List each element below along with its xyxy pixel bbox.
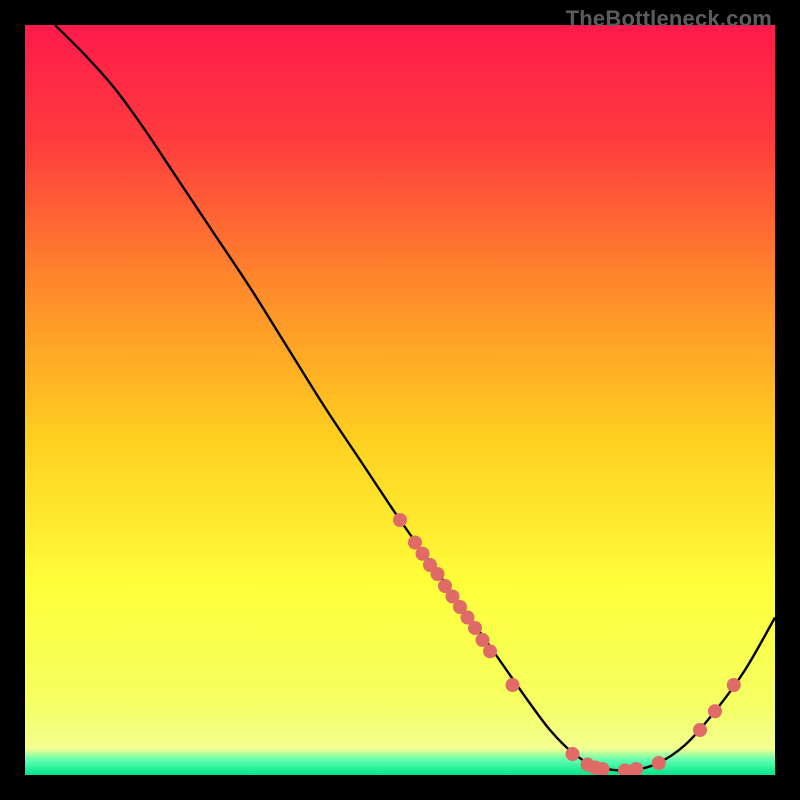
chart-frame [25,25,775,775]
gradient-background [25,25,775,775]
curve-marker [708,704,722,718]
attribution-text: TheBottleneck.com [566,6,772,32]
curve-marker [468,621,482,635]
curve-marker [506,678,520,692]
curve-marker [431,567,445,581]
curve-marker [483,644,497,658]
chart-svg [25,25,775,775]
curve-marker [566,747,580,761]
curve-marker [693,723,707,737]
curve-marker [727,678,741,692]
curve-marker [393,513,407,527]
curve-marker [652,756,666,770]
